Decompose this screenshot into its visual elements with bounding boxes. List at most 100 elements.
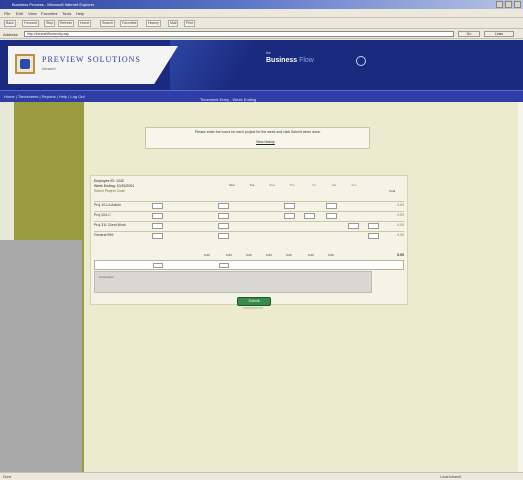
project-select[interactable]	[152, 233, 163, 239]
menu-edit[interactable]: Edit	[16, 11, 23, 16]
project-select[interactable]	[152, 213, 163, 219]
col-header-sun: Sun	[351, 183, 357, 187]
go-button[interactable]: Go	[458, 31, 480, 37]
product-name-main: Business	[266, 57, 298, 64]
row-total: 0.00	[397, 233, 404, 237]
logo-panel[interactable]: PREVIEW SOLUTIONS Intranet	[8, 46, 178, 84]
col-header-tue: Tue	[249, 183, 255, 187]
instruction-box: Please enter the hours for each project …	[145, 127, 370, 149]
hours-input[interactable]	[218, 213, 229, 219]
menu-tools[interactable]: Tools	[62, 11, 71, 16]
column-totals-row: 0.00 0.00 0.00 0.00 0.00 0.00 0.00 0.00	[94, 253, 404, 259]
address-bar: Address http://intranet/timeentry.asp Go…	[0, 29, 523, 39]
col-header-mon: Mon	[229, 183, 235, 187]
row-label: Proj 101-A Admin	[94, 203, 122, 207]
product-name-suffix: Flow	[299, 57, 314, 64]
maximize-button[interactable]	[505, 1, 512, 8]
hours-input[interactable]	[368, 223, 379, 229]
column-total: 0.00	[328, 253, 334, 257]
address-label: Address	[3, 32, 18, 37]
table-row: Proj 311 Client Work 0.00	[94, 221, 404, 229]
product-globe-icon	[356, 56, 366, 66]
project-code-link[interactable]: Select Project Code	[94, 189, 134, 194]
hours-input[interactable]	[326, 213, 337, 219]
window-title: Business Process - Microsoft Internet Ex…	[12, 2, 95, 7]
mail-button[interactable]: Mail	[168, 20, 179, 27]
new-project-input[interactable]	[153, 263, 163, 268]
table-row: Proj 204-C 0.00	[94, 211, 404, 219]
col-header-fri: Fri	[312, 183, 316, 187]
col-header-sat: Sat	[331, 183, 337, 187]
menu-view[interactable]: View	[28, 11, 37, 16]
comments-label: Comments	[99, 275, 114, 279]
refresh-button[interactable]: Refresh	[58, 20, 75, 27]
project-select[interactable]	[152, 223, 163, 229]
col-header-thu: Thu	[289, 183, 295, 187]
hours-input[interactable]	[218, 233, 229, 239]
status-bar: Done Local intranet	[0, 472, 523, 480]
hours-input[interactable]	[368, 233, 379, 239]
row-label: General 999	[94, 233, 114, 237]
hours-input[interactable]	[326, 203, 337, 209]
address-input[interactable]: http://intranet/timeentry.asp	[24, 31, 454, 37]
product-prefix: the	[266, 51, 271, 55]
company-name: PREVIEW SOLUTIONS	[42, 55, 141, 64]
links-button[interactable]: Links	[484, 31, 514, 37]
menu-favorites[interactable]: Favorites	[41, 11, 57, 16]
print-button[interactable]: Print	[184, 20, 196, 27]
row-label: Proj 311 Client Work	[94, 223, 126, 227]
favorites-button[interactable]: Favorites	[120, 20, 139, 27]
new-hours-input[interactable]	[219, 263, 229, 268]
nav-toolbar: Back Forward Stop Refresh Home Search Fa…	[0, 18, 523, 29]
sub-navigation: Home | Timesheets | Reports | Help | Log…	[0, 90, 523, 102]
table-row: General 999 0.00	[94, 231, 404, 239]
project-select[interactable]	[152, 203, 163, 209]
col-header-wed: Wed	[268, 183, 276, 187]
instruction-text: Please enter the hours for each project …	[195, 130, 321, 134]
search-button[interactable]: Search	[100, 20, 116, 27]
submit-underline	[243, 307, 263, 309]
comments-area[interactable]: Comments	[94, 271, 372, 293]
timesheet-form: Employee ID: 1042 Week Ending: 10/15/200…	[90, 175, 408, 305]
hours-input[interactable]	[218, 203, 229, 209]
hours-input[interactable]	[304, 213, 315, 219]
submit-button[interactable]: Submit	[237, 297, 271, 306]
row-total: 0.00	[397, 213, 404, 217]
row-total: 0.00	[397, 223, 404, 227]
forward-button[interactable]: Forward	[22, 20, 39, 27]
row-label: Proj 204-C	[94, 213, 111, 217]
column-total: 0.00	[308, 253, 314, 257]
logo-icon	[15, 54, 35, 74]
close-button[interactable]	[514, 1, 521, 8]
grand-total: 0.00	[397, 253, 404, 257]
new-entry-row	[94, 260, 404, 270]
menu-bar: File Edit View Favorites Tools Help	[0, 9, 523, 18]
history-button[interactable]: History	[146, 20, 161, 27]
site-header: PREVIEW SOLUTIONS Intranet the Business …	[0, 40, 523, 90]
menu-help[interactable]: Help	[76, 11, 84, 16]
hours-input[interactable]	[284, 203, 295, 209]
form-header: Employee ID: 1042 Week Ending: 10/15/200…	[94, 179, 134, 194]
header-wave-graphic	[170, 40, 290, 90]
stop-button[interactable]: Stop	[44, 20, 56, 27]
product-name: Business Flow	[266, 57, 314, 64]
minimize-button[interactable]	[496, 1, 503, 8]
table-row: Proj 101-A Admin 0.00	[94, 201, 404, 209]
hours-input[interactable]	[218, 223, 229, 229]
hours-input[interactable]	[284, 213, 295, 219]
home-button[interactable]: Home	[78, 20, 92, 27]
left-margin	[0, 102, 14, 240]
back-button[interactable]: Back	[4, 20, 16, 27]
column-total: 0.00	[226, 253, 232, 257]
column-total: 0.00	[266, 253, 272, 257]
instruction-link[interactable]: View history	[256, 140, 275, 144]
security-zone: Local intranet	[440, 475, 462, 479]
right-margin	[518, 102, 523, 480]
row-total: 0.00	[397, 203, 404, 207]
menu-file[interactable]: File	[4, 11, 10, 16]
gray-overlay-panel	[0, 240, 82, 480]
column-total: 0.00	[246, 253, 252, 257]
subnav-links[interactable]: Home | Timesheets | Reports | Help | Log…	[4, 94, 85, 99]
hours-input[interactable]	[348, 223, 359, 229]
col-header-total: Total	[388, 189, 396, 193]
